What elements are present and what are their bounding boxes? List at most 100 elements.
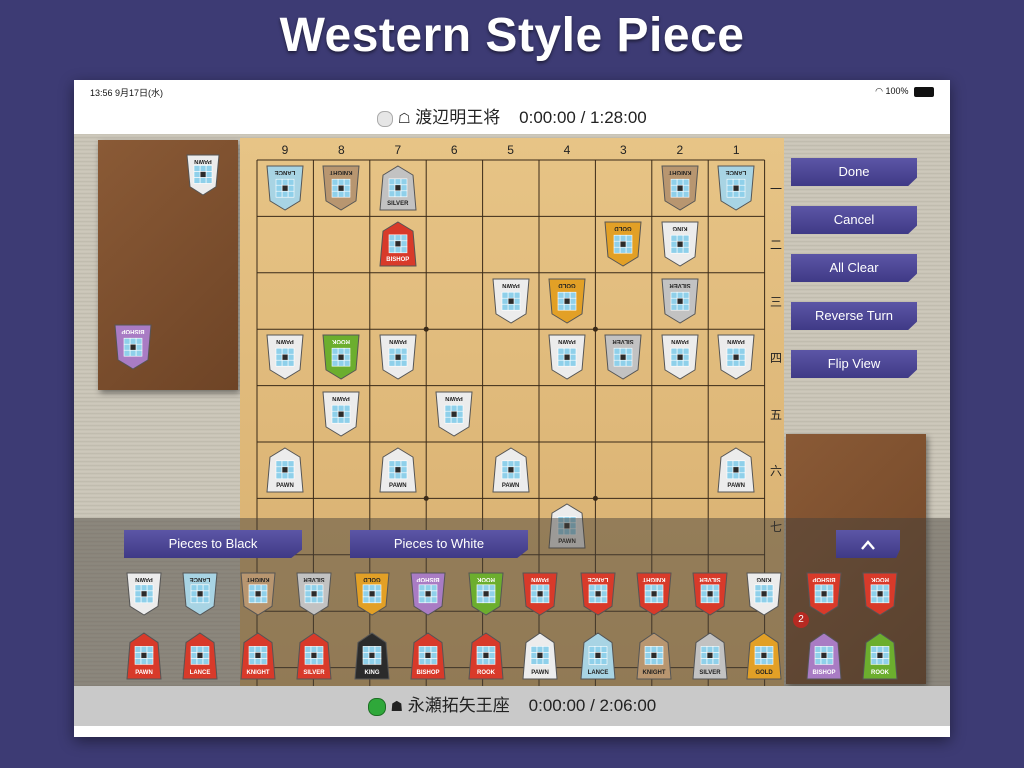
white-piece-stand: PAWN BISHOP: [98, 140, 238, 390]
palette-black-pawn[interactable]: PAWN: [126, 632, 162, 680]
white-player-name: 渡辺明王将: [415, 108, 501, 127]
piece-label: KING: [672, 225, 688, 232]
palette-black-silver[interactable]: SILVER: [692, 632, 728, 680]
piece-label: BISHOP: [416, 576, 440, 582]
board-piece-pawn[interactable]: PAWN: [661, 334, 699, 380]
palette-white-knight[interactable]: KNIGHT: [240, 572, 276, 616]
cancel-button[interactable]: Cancel: [791, 206, 917, 234]
board-row-label: 五: [769, 407, 782, 422]
black-player-clock: 0:00:00 / 2:06:00: [528, 696, 657, 715]
palette-white-lance[interactable]: LANCE: [182, 572, 218, 616]
board-column-label: 1: [732, 143, 740, 157]
board-piece-pawn[interactable]: PAWN: [717, 334, 755, 380]
palette-white-rook[interactable]: ROOK: [862, 572, 898, 616]
palette-black-pawn[interactable]: PAWN: [522, 632, 558, 680]
piece-label: SILVER: [303, 576, 325, 582]
palette-white-knight[interactable]: KNIGHT: [636, 572, 672, 616]
board-piece-rook[interactable]: ROOK: [322, 334, 360, 380]
board-piece-knight[interactable]: KNIGHT: [322, 165, 360, 211]
palette-white-bishop[interactable]: BISHOP: [410, 572, 446, 616]
piece-label: SILVER: [387, 201, 409, 207]
piece-label: PAWN: [135, 576, 153, 582]
white-turn-indicator: [377, 110, 394, 127]
palette-black-gold[interactable]: GOLD: [746, 632, 782, 680]
palette-black-lance[interactable]: LANCE: [580, 632, 616, 680]
board-piece-lance[interactable]: LANCE: [266, 165, 304, 211]
all-clear-button[interactable]: All Clear: [791, 254, 917, 282]
palette-white-rook[interactable]: ROOK: [468, 572, 504, 616]
palette-white-pawn[interactable]: PAWN: [126, 572, 162, 616]
board-piece-pawn[interactable]: PAWN: [717, 447, 755, 493]
palette-black-knight[interactable]: KNIGHT: [636, 632, 672, 680]
board-column-label: 7: [394, 143, 402, 157]
board-piece-pawn[interactable]: PAWN: [492, 447, 530, 493]
flip-view-button[interactable]: Flip View: [791, 350, 917, 378]
palette-white-lance[interactable]: LANCE: [580, 572, 616, 616]
palette-black-bishop[interactable]: BISHOP: [410, 632, 446, 680]
piece-label: BISHOP: [386, 257, 410, 264]
piece-label: PAWN: [531, 670, 549, 676]
palette-black-knight[interactable]: KNIGHT: [240, 632, 276, 680]
palette-black-rook[interactable]: ROOK: [468, 632, 504, 680]
board-piece-gold[interactable]: GOLD: [548, 278, 586, 324]
ipad-screen: 13:56 9月17日(水) ◠ 100% ☖ 渡辺明王将 0:00:00 / …: [74, 80, 950, 737]
piece-label: PAWN: [194, 158, 212, 164]
piece-label: PAWN: [501, 281, 520, 288]
pieces-to-white-button[interactable]: Pieces to White: [350, 530, 528, 558]
palette-white-bishop[interactable]: BISHOP: [806, 572, 842, 616]
board-piece-silver[interactable]: SILVER: [661, 278, 699, 324]
piece-label: GOLD: [558, 281, 576, 288]
piece-label: LANCE: [189, 670, 211, 676]
board-piece-pawn[interactable]: PAWN: [266, 447, 304, 493]
board-piece-pawn[interactable]: PAWN: [435, 391, 473, 437]
piece-label: ROOK: [477, 670, 495, 676]
piece-label: SILVER: [303, 670, 325, 676]
palette-black-bishop[interactable]: BISHOP: [806, 632, 842, 680]
piece-label: PAWN: [276, 483, 294, 489]
piece-palette: Pieces to Black Pieces to White 2 PAWN LA…: [74, 518, 950, 686]
wifi-icon: ◠: [875, 86, 886, 96]
palette-white-silver[interactable]: SILVER: [692, 572, 728, 616]
board-piece-pawn[interactable]: PAWN: [266, 334, 304, 380]
palette-black-rook[interactable]: ROOK: [862, 632, 898, 680]
piece-label: BISHOP: [416, 670, 440, 676]
piece-label: PAWN: [727, 338, 745, 345]
hand-piece-bishop[interactable]: BISHOP: [114, 324, 152, 370]
board-piece-silver[interactable]: SILVER: [604, 334, 642, 380]
palette-black-king[interactable]: KING: [354, 632, 390, 680]
piece-label: SILVER: [699, 670, 721, 676]
palette-white-gold[interactable]: GOLD: [354, 572, 390, 616]
board-piece-pawn[interactable]: PAWN: [322, 391, 360, 437]
palette-black-silver[interactable]: SILVER: [296, 632, 332, 680]
board-piece-pawn[interactable]: PAWN: [548, 334, 586, 380]
board-column-label: 6: [450, 143, 458, 157]
board-piece-pawn[interactable]: PAWN: [492, 278, 530, 324]
piece-label: GOLD: [363, 576, 381, 582]
board-piece-lance[interactable]: LANCE: [717, 165, 755, 211]
palette-white-silver[interactable]: SILVER: [296, 572, 332, 616]
palette-white-pawn[interactable]: PAWN: [522, 572, 558, 616]
piece-label: LANCE: [725, 169, 747, 175]
piece-label: LANCE: [274, 169, 296, 175]
board-piece-king[interactable]: KING: [661, 221, 699, 267]
board-piece-knight[interactable]: KNIGHT: [661, 165, 699, 211]
board-piece-bishop[interactable]: BISHOP: [379, 221, 417, 267]
board-piece-pawn[interactable]: PAWN: [379, 447, 417, 493]
board-piece-pawn[interactable]: PAWN: [379, 334, 417, 380]
black-player-bar: ☗ 永瀬拓矢王座 0:00:00 / 2:06:00: [74, 686, 950, 726]
piece-label: PAWN: [531, 576, 549, 582]
piece-label: PAWN: [389, 338, 407, 345]
piece-label: KNIGHT: [329, 169, 353, 175]
collapse-palette-button[interactable]: [836, 530, 900, 558]
pieces-to-black-button[interactable]: Pieces to Black: [124, 530, 302, 558]
palette-white-king[interactable]: KING: [746, 572, 782, 616]
piece-label: PAWN: [276, 338, 294, 345]
board-column-label: 8: [338, 143, 345, 157]
done-button[interactable]: Done: [791, 158, 917, 186]
hand-piece-pawn[interactable]: PAWN: [186, 154, 220, 196]
palette-black-lance[interactable]: LANCE: [182, 632, 218, 680]
piece-label: PAWN: [558, 338, 576, 345]
reverse-turn-button[interactable]: Reverse Turn: [791, 302, 917, 330]
board-piece-gold[interactable]: GOLD: [604, 221, 642, 267]
board-piece-silver[interactable]: SILVER: [379, 165, 417, 211]
